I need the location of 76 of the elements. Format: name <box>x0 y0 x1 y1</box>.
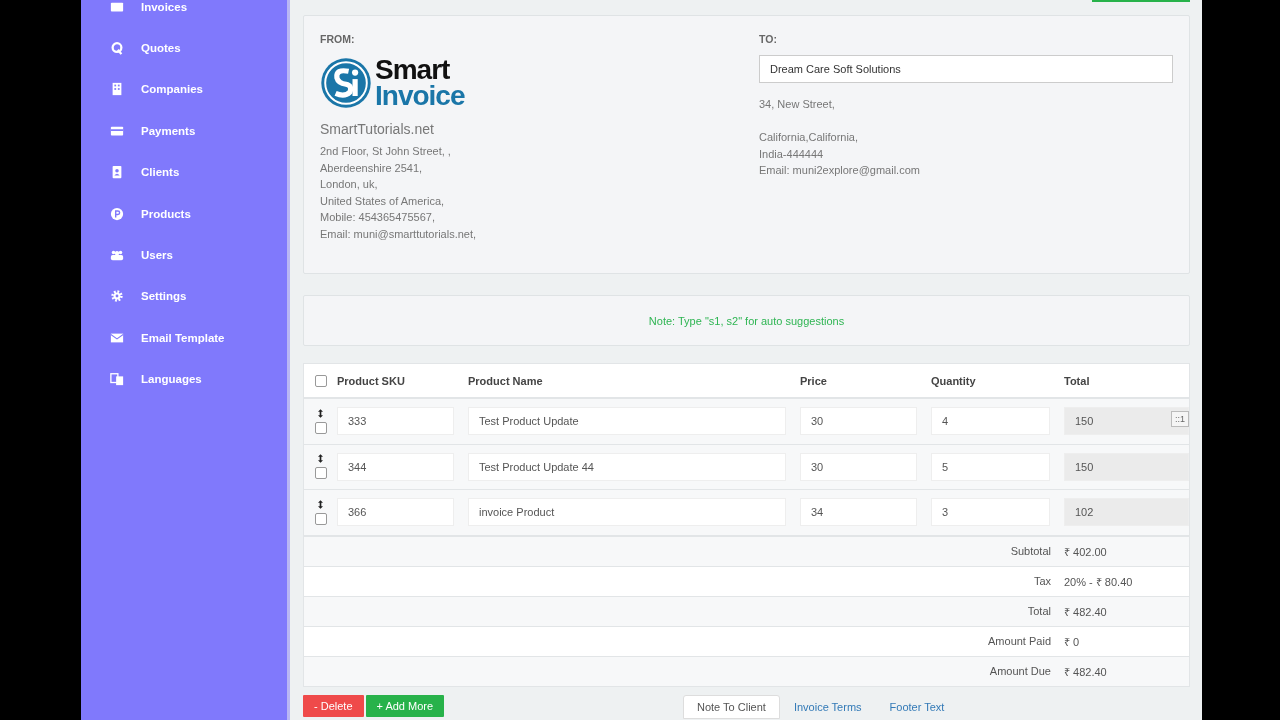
input-field[interactable]: Test Product Update <box>468 407 786 436</box>
summary-value: ₹ 482.40 <box>1064 664 1107 679</box>
column-header: Total <box>1064 374 1091 387</box>
sidebar-item[interactable]: Languages <box>81 358 287 400</box>
address-line: India-444444 <box>759 146 825 162</box>
input-field[interactable]: 333 <box>337 407 454 436</box>
input-field[interactable]: Test Product Update 44 <box>468 452 786 481</box>
column-header: Price <box>800 374 828 387</box>
users-icon <box>110 248 124 263</box>
to-heading: TO: <box>759 33 778 45</box>
logo-text: Smart <box>375 57 451 83</box>
tab[interactable]: Note To Client <box>683 694 780 719</box>
input-field[interactable]: 4 <box>931 407 1050 436</box>
checkbox[interactable] <box>314 512 327 525</box>
sidebar-item[interactable]: Users <box>81 234 287 276</box>
input-field[interactable]: 30 <box>800 407 917 436</box>
sidebar-item[interactable]: Settings <box>81 275 287 318</box>
drag-icon[interactable] <box>318 454 323 464</box>
address-line: California,California, <box>759 130 860 146</box>
summary-value: ₹ 402.00 <box>1064 544 1107 559</box>
drag-icon[interactable] <box>318 499 323 509</box>
input-field[interactable]: 150 <box>1064 452 1189 481</box>
column-header: Product SKU <box>337 374 406 387</box>
building-icon <box>110 82 124 97</box>
address-line: Email: muni2explore@gmail.com <box>759 163 921 179</box>
address-line: Mobile: 454365475567, <box>320 210 436 226</box>
sidebar-item[interactable]: Invoices <box>81 0 287 28</box>
client-field[interactable]: Dream Care Soft Solutions <box>759 55 1173 83</box>
summary-label: Subtotal <box>1009 545 1051 557</box>
tab[interactable]: Footer Text <box>875 694 959 719</box>
language-icon <box>110 372 124 387</box>
from-heading: FROM: <box>320 33 356 45</box>
summary-value: ₹ 0 <box>1064 634 1080 649</box>
checkbox[interactable] <box>314 374 327 387</box>
sidebar-item[interactable]: Quotes <box>81 27 287 69</box>
checkbox[interactable] <box>314 421 327 434</box>
tab[interactable]: Invoice Terms <box>779 694 876 719</box>
summary-label: Total <box>1026 605 1051 617</box>
summary-label: Tax <box>1032 575 1051 587</box>
contact-icon <box>110 165 124 180</box>
company-name: SmartTutorials.net <box>320 121 435 137</box>
input-field[interactable]: 3 <box>931 498 1050 527</box>
input-field[interactable]: 34 <box>800 498 917 527</box>
sidebar-item[interactable]: Clients <box>81 151 287 193</box>
address-line: London, uk, <box>320 177 379 193</box>
input-field[interactable]: invoice Product <box>468 498 786 527</box>
product-icon <box>110 206 124 221</box>
address-line: 2nd Floor, St John Street, , <box>320 144 452 159</box>
input-field[interactable]: 366 <box>337 498 454 527</box>
input-field[interactable]: 30 <box>800 452 917 481</box>
action-button[interactable]: - Delete <box>303 694 364 717</box>
address-line: United States of America, <box>320 193 446 209</box>
sidebar-item[interactable]: Companies <box>81 68 287 111</box>
invoice-icon <box>110 0 124 14</box>
sidebar-item[interactable]: Email Template <box>81 317 287 359</box>
column-header: Quantity <box>931 374 977 387</box>
checkbox[interactable] <box>314 467 327 480</box>
summary-label: Amount Paid <box>987 635 1051 647</box>
logo-icon <box>320 57 372 109</box>
input-field[interactable]: 102 <box>1064 498 1189 527</box>
input-field[interactable]: 344 <box>337 452 454 481</box>
summary-value: ₹ 482.40 <box>1064 604 1107 619</box>
note-text: Note: Type "s1, s2" for auto suggestions <box>648 314 845 327</box>
sidebar-item[interactable]: Payments <box>81 110 287 152</box>
column-header: Product Name <box>468 374 544 387</box>
quote-icon <box>110 41 124 56</box>
gear-icon <box>110 289 124 304</box>
summary-label: Amount Due <box>988 665 1051 677</box>
address-line: Email: muni@smarttutorials.net, <box>320 226 478 242</box>
drag-icon[interactable] <box>318 408 323 418</box>
input-field[interactable]: 5 <box>931 452 1050 481</box>
logo-text: Invoice <box>375 83 465 109</box>
sidebar-item[interactable]: Products <box>81 192 287 235</box>
summary-value: 20% - ₹ 80.40 <box>1064 574 1133 589</box>
address-line: 34, New Street, <box>759 97 836 112</box>
address-line: Aberdeenshire 2541, <box>320 160 424 176</box>
